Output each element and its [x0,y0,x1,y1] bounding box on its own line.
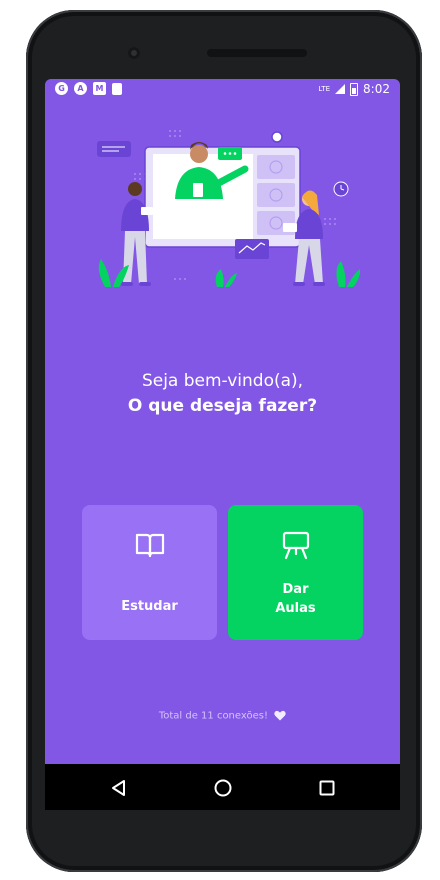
status-time: 8:02 [363,82,390,96]
welcome-line-1: Seja bem-vindo(a), [141,371,304,391]
app-screen: G A M LTE 8:02 Seja bem-vindo(a), O que … [45,79,400,764]
signal-icon [335,84,346,94]
front-camera [128,47,140,59]
back-triangle-icon[interactable] [107,776,131,800]
study-button-label: Estudar [121,599,178,614]
book-open-icon [135,533,164,558]
study-button[interactable]: Estudar [82,505,217,640]
network-type: LTE [318,84,331,93]
welcome-line-2: O que deseja fazer? [127,396,318,416]
status-notification-icons: G A M [55,82,122,95]
earpiece-speaker [207,49,307,57]
teach-label-line-2: Aulas [275,601,316,616]
battery-icon [350,82,359,96]
heart-icon [274,710,286,721]
welcome-message: Seja bem-vindo(a), O que deseja fazer? [45,369,400,419]
status-bar: G A M LTE 8:02 [45,79,400,101]
android-navigation-bar [45,764,400,810]
recents-square-icon[interactable] [315,776,339,800]
presentation-board-icon [282,531,309,560]
sd-card-icon [112,82,122,95]
app-a-icon: A [74,82,87,95]
teach-button-label: Dar Aulas [228,580,363,618]
total-connections: Total de 11 conexões! [45,710,400,722]
landing-illustration [97,130,360,287]
gmail-icon: M [93,82,106,95]
total-connections-text: Total de 11 conexões! [158,710,268,722]
google-app-icon: G [55,82,68,95]
teach-button[interactable]: Dar Aulas [228,505,363,640]
teach-label-line-1: Dar [282,582,309,597]
home-circle-icon[interactable] [211,776,235,800]
status-system-icons: LTE 8:02 [318,82,390,96]
